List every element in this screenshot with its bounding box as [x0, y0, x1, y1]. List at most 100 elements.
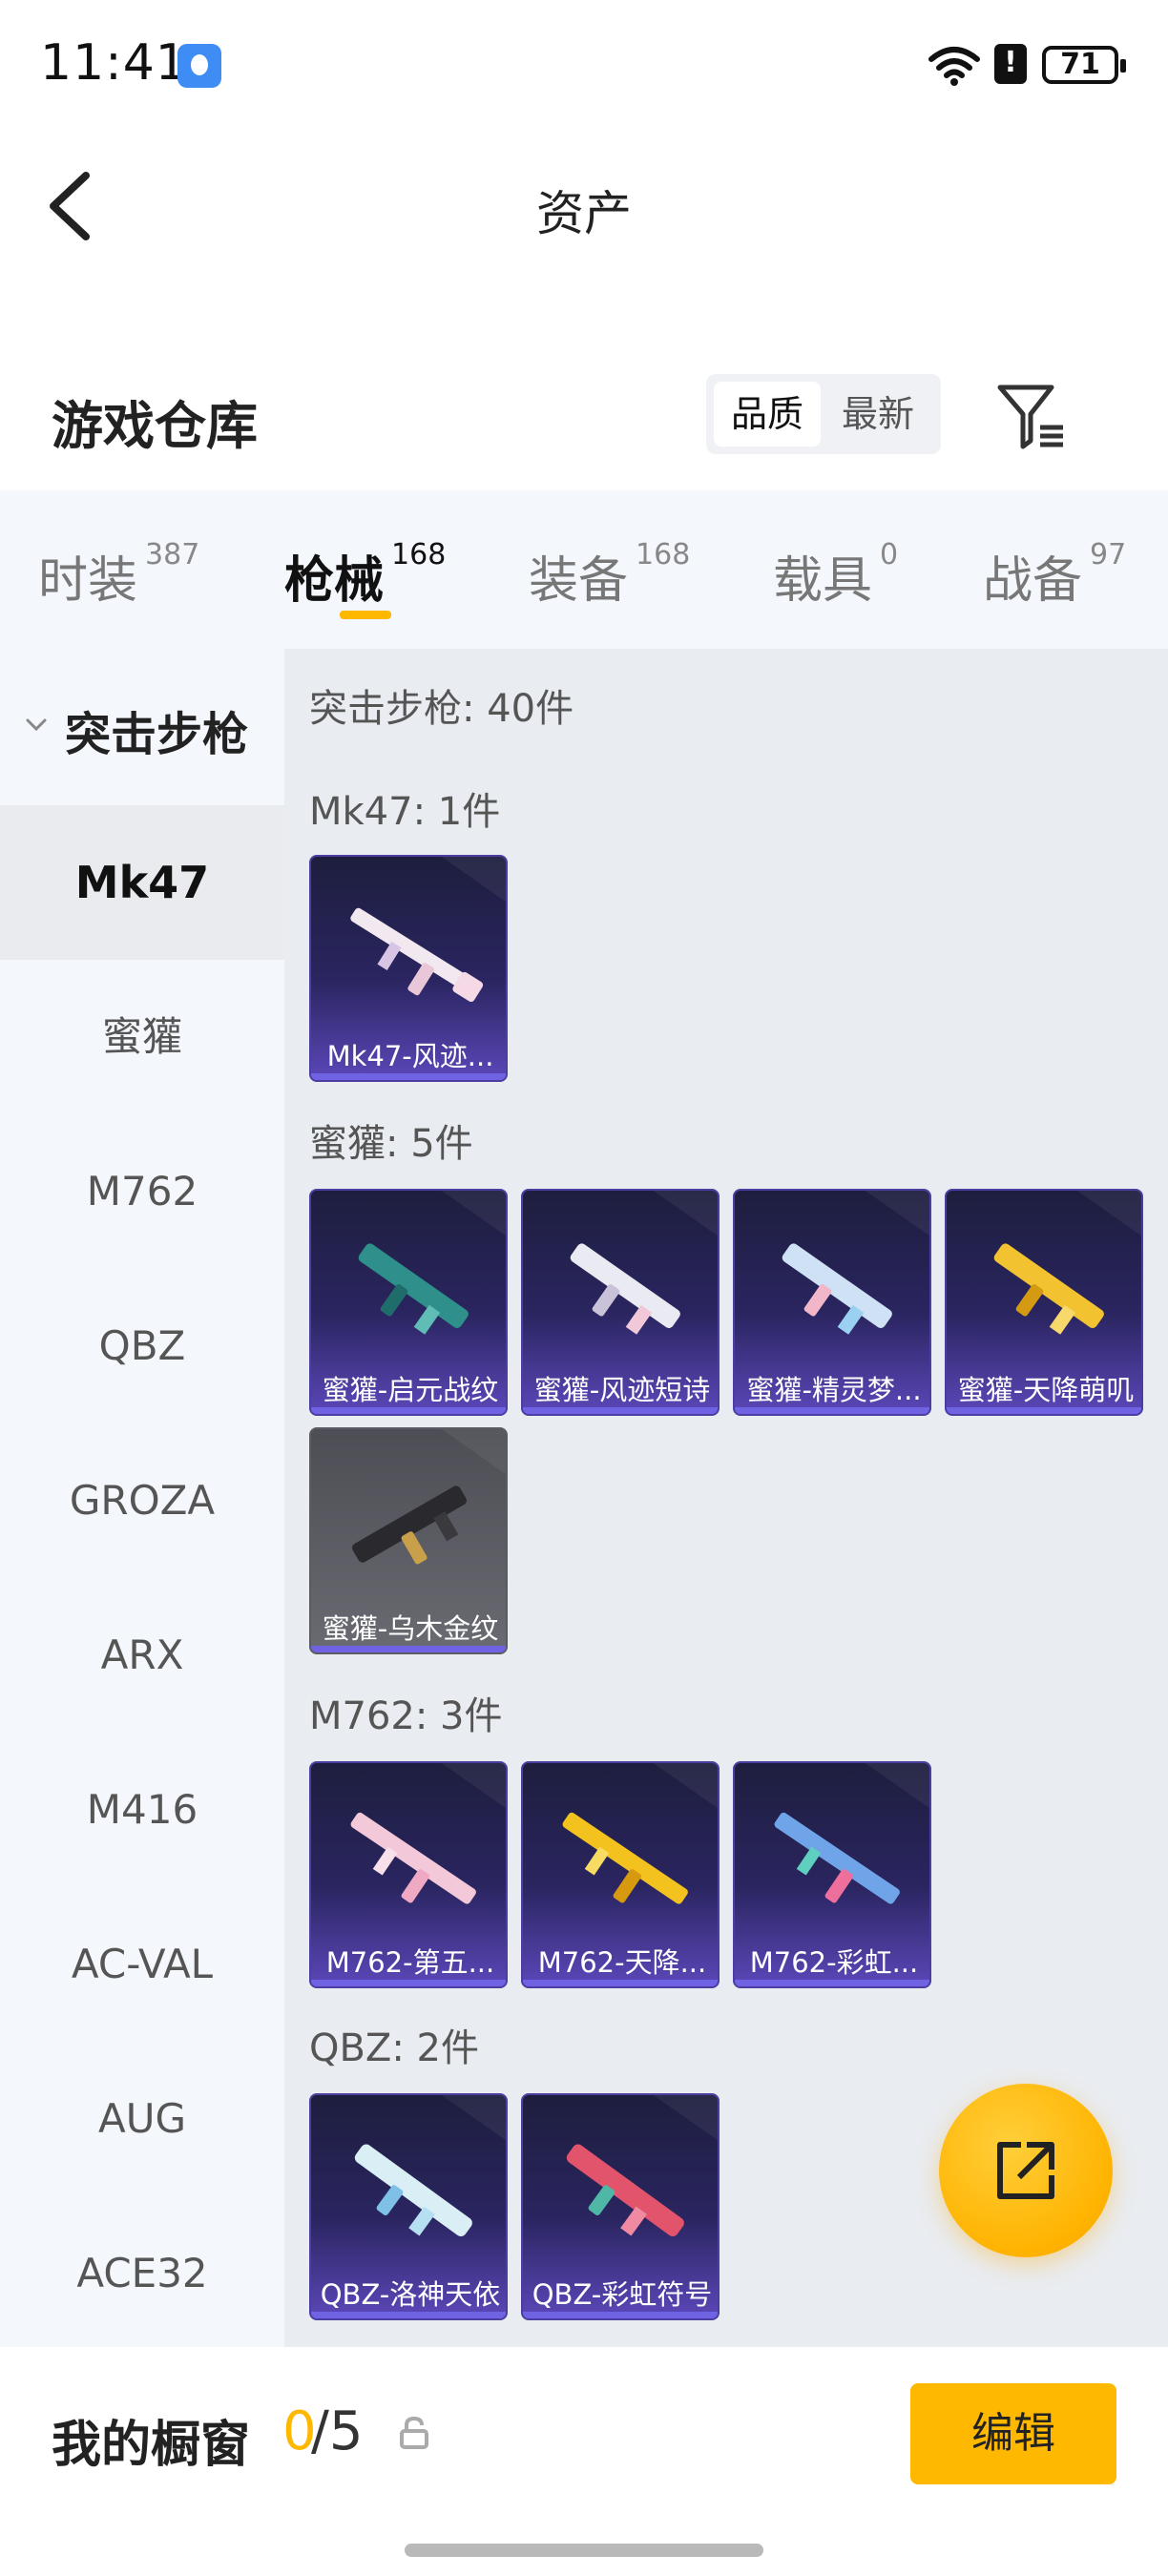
sidebar-item-ace32[interactable]: ACE32 [0, 2196, 284, 2351]
tab-count: 0 [880, 538, 899, 571]
rarity-bar [947, 1407, 1141, 1414]
smg-skin-icon [352, 1485, 467, 1565]
tab-vehicles[interactable]: 载具 0 [773, 538, 899, 612]
showcase-total-count: /5 [311, 2400, 364, 2462]
showcase-label: 我的橱窗 [52, 2417, 251, 2474]
weapon-card[interactable]: 蜜獾-乌木金纹 [309, 1427, 508, 1654]
rarity-bar [311, 1407, 506, 1414]
sidebar-item-honey-badger[interactable]: 蜜獾 [0, 960, 284, 1114]
card-label: QBZ-洛神天依 [320, 2278, 501, 2311]
weapon-card[interactable]: QBZ-洛神天依 [309, 2093, 508, 2320]
weapon-type-sidebar: 突击步枪 Mk47 蜜獾 M762 QBZ GROZA ARX M416 AC-… [0, 649, 284, 2347]
tab-label: 战备 [983, 552, 1083, 610]
battery-icon: 71 [1042, 46, 1126, 84]
card-label: 蜜獾-天降萌叽 [957, 1374, 1135, 1406]
section-header-m762: M762: 3件 [309, 1694, 503, 1738]
card-label: M762-第五... [325, 1946, 495, 1979]
status-bar: 11:41 71 [0, 0, 1168, 134]
rifle-skin-icon [354, 2144, 472, 2237]
weapon-card[interactable]: 蜜獾-精灵梦... [733, 1189, 931, 1416]
rarity-bar [735, 1980, 929, 1986]
share-button[interactable] [939, 2084, 1113, 2257]
weapon-card[interactable]: 蜜獾-天降萌叽 [945, 1189, 1143, 1416]
rarity-bar [311, 1073, 506, 1080]
sidebar-item-groza[interactable]: GROZA [0, 1423, 284, 1578]
sidebar-item-m416[interactable]: M416 [0, 1733, 284, 1887]
section-header-honey-badger: 蜜獾: 5件 [309, 1122, 473, 1166]
sidebar-item-qbz[interactable]: QBZ [0, 1269, 284, 1423]
tab-supplies[interactable]: 战备 97 [983, 538, 1127, 612]
rarity-bar [311, 2312, 506, 2318]
home-indicator[interactable] [405, 2544, 763, 2557]
card-label: M762-彩虹... [749, 1946, 919, 1979]
rifle-skin-icon [774, 1812, 900, 1904]
rifle-skin-icon [350, 907, 484, 1003]
section-header-qbz: QBZ: 2件 [309, 2026, 479, 2070]
battery-alert-icon [994, 44, 1027, 84]
card-label: QBZ-彩虹符号 [532, 2278, 713, 2311]
tab-count: 97 [1090, 538, 1127, 571]
tab-equipment[interactable]: 装备 168 [529, 538, 691, 612]
rifle-skin-icon [350, 1812, 476, 1904]
status-time: 11:41 [40, 34, 188, 92]
tab-label: 载具 [773, 552, 873, 610]
rarity-bar [311, 1980, 506, 1986]
smg-skin-icon [782, 1243, 892, 1335]
sidebar-item-arx[interactable]: ARX [0, 1578, 284, 1733]
tab-label: 时装 [38, 552, 138, 610]
sidebar-item-aug[interactable]: AUG [0, 2042, 284, 2196]
page-title: 资产 [536, 186, 632, 241]
card-label: 蜜獾-乌木金纹 [322, 1612, 499, 1645]
weapon-card[interactable]: M762-天降... [521, 1761, 720, 1988]
card-label: M762-天降... [537, 1946, 707, 1979]
rifle-skin-icon [562, 1812, 688, 1904]
smg-skin-icon [358, 1243, 469, 1335]
weapon-card[interactable]: QBZ-彩虹符号 [521, 2093, 720, 2320]
filter-icon[interactable] [992, 378, 1069, 454]
sidebar-item-ac-val[interactable]: AC-VAL [0, 1887, 284, 2042]
rarity-bar [523, 1407, 718, 1414]
card-label: Mk47-风迹... [326, 1040, 494, 1072]
sort-toggle: 品质 最新 [706, 374, 941, 454]
upload-notification-icon [177, 44, 221, 88]
group-label: 突击步枪 [65, 708, 249, 761]
weapon-card[interactable]: 蜜獾-风迹短诗 [521, 1189, 720, 1416]
edit-button[interactable]: 编辑 [910, 2383, 1116, 2484]
sidebar-item-mk47[interactable]: Mk47 [0, 805, 284, 960]
tab-fashion[interactable]: 时装 387 [38, 538, 200, 612]
tab-label: 枪械 [284, 552, 385, 610]
warehouse-title: 游戏仓库 [52, 396, 258, 456]
rarity-bar [523, 2312, 718, 2318]
rarity-bar [735, 1407, 929, 1414]
tab-firearms[interactable]: 枪械 168 [284, 538, 447, 612]
active-tab-indicator [340, 611, 391, 619]
weapon-card[interactable]: M762-第五... [309, 1761, 508, 1988]
weapon-card[interactable]: 蜜獾-启元战纹 [309, 1189, 508, 1416]
card-label: 蜜獾-精灵梦... [746, 1374, 922, 1406]
category-count-header: 突击步枪: 40件 [309, 687, 574, 731]
tab-count: 168 [636, 538, 691, 571]
rarity-bar [311, 1646, 506, 1652]
weapon-card[interactable]: Mk47-风迹... [309, 855, 508, 1082]
card-label: 蜜獾-风迹短诗 [533, 1374, 711, 1406]
rifle-skin-icon [566, 2144, 684, 2237]
sort-newest-button[interactable]: 最新 [824, 382, 931, 447]
smg-skin-icon [570, 1243, 680, 1335]
chevron-down-icon [26, 718, 47, 732]
sidebar-item-m762[interactable]: M762 [0, 1114, 284, 1269]
share-icon [997, 2142, 1054, 2199]
wifi-icon [928, 47, 980, 86]
rarity-bar [523, 1980, 718, 1986]
sort-quality-button[interactable]: 品质 [714, 382, 821, 447]
weapon-card[interactable]: M762-彩虹... [733, 1761, 931, 1988]
smg-skin-icon [993, 1243, 1104, 1335]
tab-count: 387 [145, 538, 200, 571]
tab-label: 装备 [529, 552, 629, 610]
showcase-bar: 我的橱窗 0 /5 编辑 [0, 2347, 1168, 2576]
assault-rifle-group[interactable]: 突击步枪 [0, 649, 284, 805]
section-header-mk47: Mk47: 1件 [309, 790, 501, 834]
lock-icon [400, 2416, 428, 2449]
category-tabs: 时装 387 枪械 168 装备 168 载具 0 战备 97 [0, 490, 1168, 649]
card-label: 蜜獾-启元战纹 [322, 1374, 499, 1406]
tab-count: 168 [391, 538, 447, 571]
